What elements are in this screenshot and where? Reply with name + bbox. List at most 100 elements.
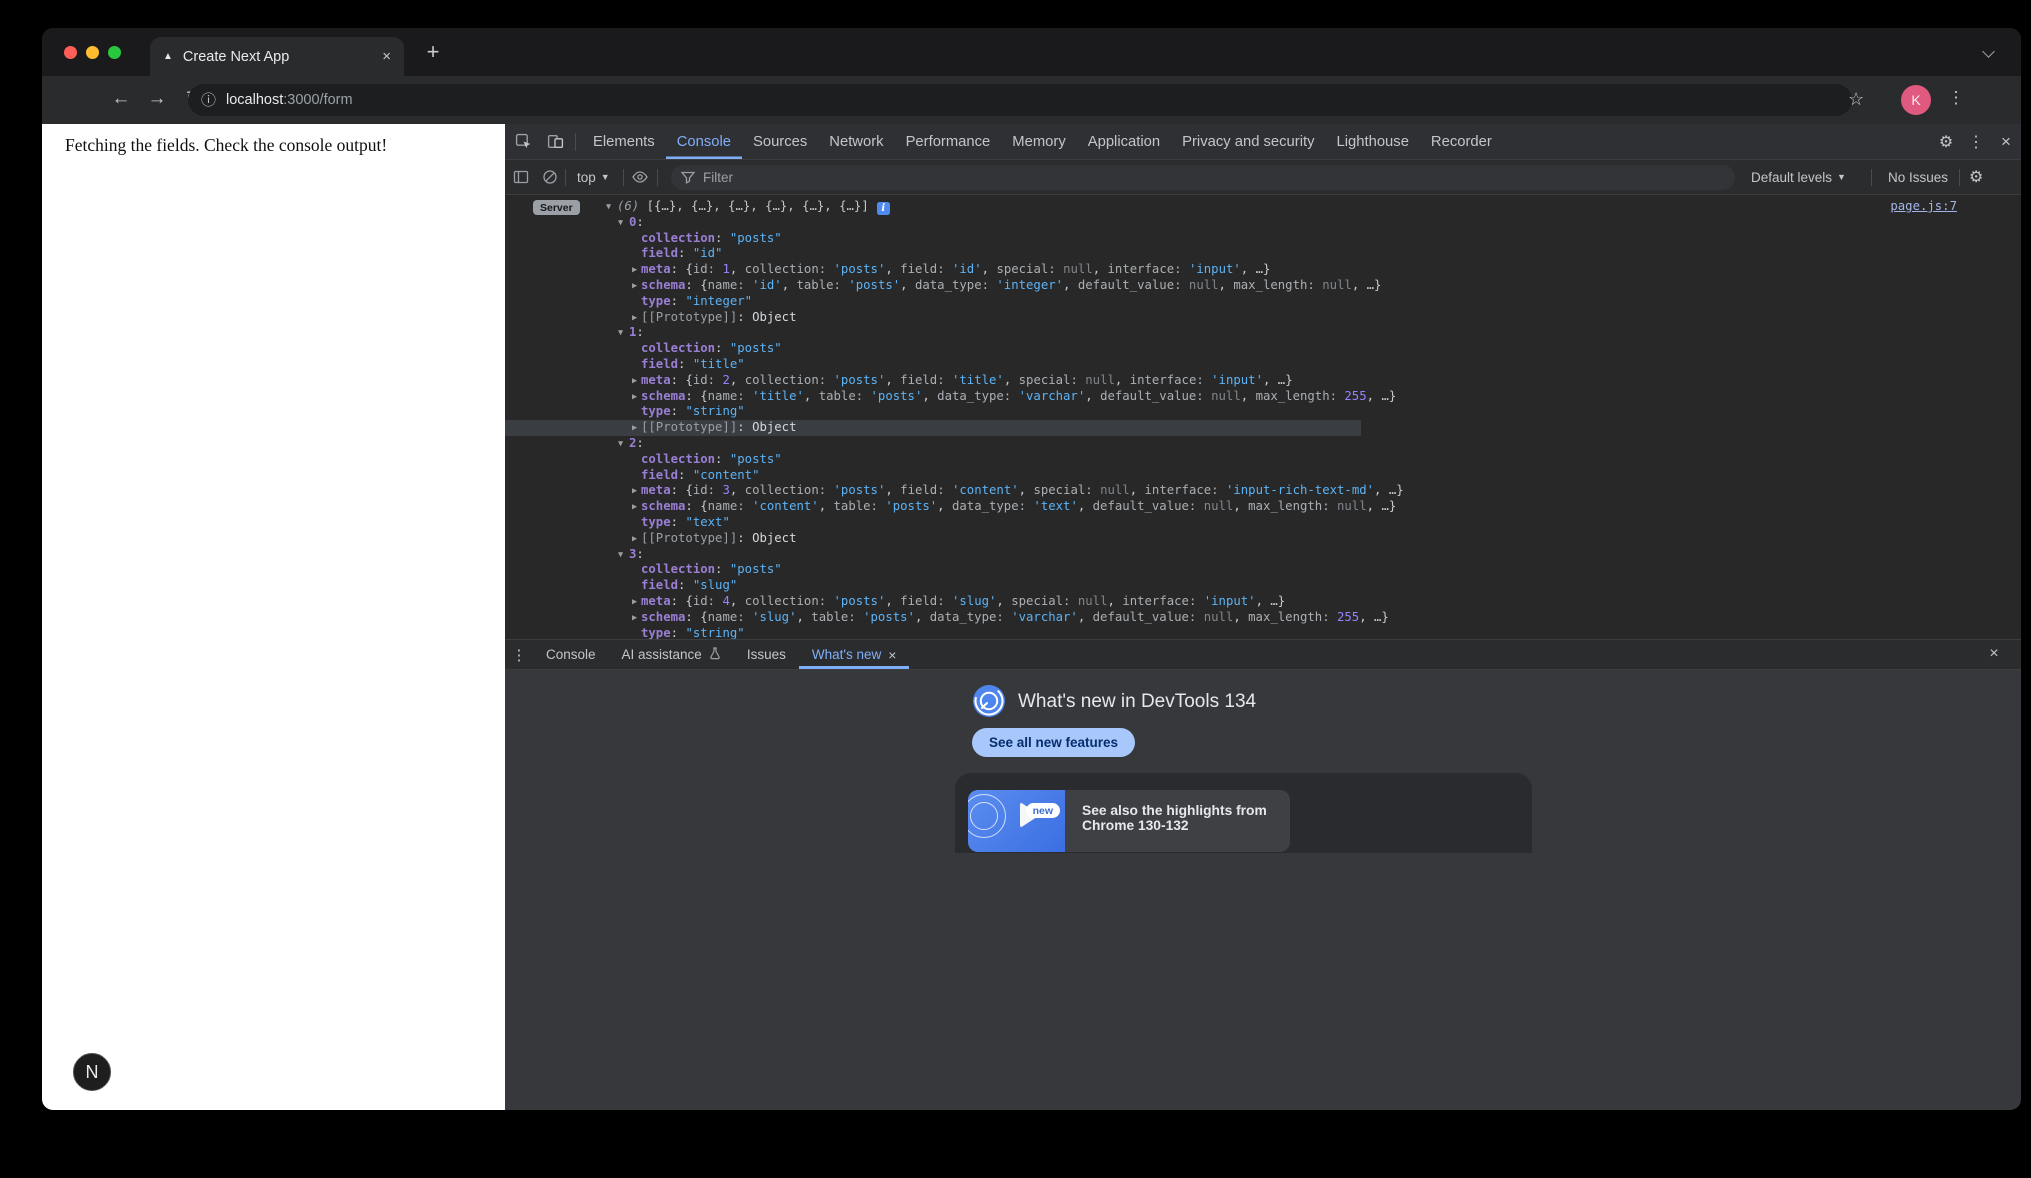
bookmark-star-icon[interactable]: ☆	[1848, 89, 1864, 110]
divider	[1871, 169, 1872, 186]
property-key: collection	[641, 562, 715, 576]
divider	[623, 169, 624, 186]
expand-toggle-icon[interactable]: ▶	[632, 374, 641, 390]
new-tab-button[interactable]: +	[420, 39, 446, 65]
drawer-tab-console[interactable]: Console	[533, 640, 609, 669]
highlight-item[interactable]: new See also the highlights from Chrome …	[968, 790, 1290, 852]
tab-recorder[interactable]: Recorder	[1420, 124, 1503, 159]
address-bar[interactable]: ⓘ localhost:3000/form	[188, 84, 1852, 116]
text-token: …}	[1381, 389, 1396, 403]
back-button[interactable]: ←	[108, 88, 134, 110]
inspect-element-icon[interactable]	[509, 129, 537, 155]
property-value: "content"	[693, 468, 760, 482]
log-levels-selector[interactable]: Default levels ▼	[1751, 160, 1846, 194]
result-count: (6)	[617, 199, 647, 213]
preview-value: null	[1085, 373, 1115, 387]
tab-search-chevron-icon[interactable]	[1982, 45, 1995, 58]
property-key: type	[641, 626, 671, 640]
entry-type-row: type: "integer"	[505, 294, 2021, 310]
entry-collection-row: collection: "posts"	[505, 231, 2021, 247]
text-token: ,	[982, 262, 997, 276]
window-zoom-button[interactable]	[108, 46, 121, 59]
tab-lighthouse[interactable]: Lighthouse	[1326, 124, 1420, 159]
text-token: ,	[1063, 278, 1078, 292]
devtools-close-icon[interactable]: ×	[1991, 132, 2021, 152]
expand-toggle-icon[interactable]: ▶	[632, 390, 641, 406]
expand-toggle-icon[interactable]: ▶	[632, 311, 641, 327]
issues-counter[interactable]: No Issues	[1888, 160, 1948, 194]
preview-key: interface:	[1122, 594, 1203, 608]
expand-toggle-icon[interactable]: ▶	[632, 532, 641, 548]
source-location-link[interactable]: page.js:7	[1890, 199, 1957, 215]
info-icon[interactable]: i	[877, 202, 890, 215]
expand-toggle-icon[interactable]: ▶	[632, 484, 641, 500]
drawer-tab-ai-assistance[interactable]: AI assistance	[609, 640, 734, 669]
tab-console[interactable]: Console	[666, 124, 742, 159]
expand-toggle-icon[interactable]: ▶	[632, 611, 641, 627]
preview-key: interface:	[1108, 262, 1189, 276]
expand-toggle-icon[interactable]: ▼	[618, 326, 629, 342]
devtools-settings-icon[interactable]: ⚙	[1931, 132, 1961, 152]
preview-key: table:	[819, 389, 871, 403]
expand-toggle-icon[interactable]: ▼	[618, 437, 629, 453]
expand-toggle-icon[interactable]: ▼	[606, 200, 617, 216]
preview-value: 3	[722, 483, 729, 497]
expand-toggle-icon[interactable]: ▼	[618, 548, 629, 564]
console-sidebar-icon[interactable]	[513, 160, 529, 194]
property-key: schema	[641, 278, 685, 292]
server-badge: Server	[533, 200, 580, 215]
tab-application[interactable]: Application	[1077, 124, 1171, 159]
tab-sources[interactable]: Sources	[742, 124, 818, 159]
entry-type-row: type: "string"	[505, 626, 2021, 640]
property-value: "title"	[693, 357, 745, 371]
forward-button[interactable]: →	[144, 88, 170, 110]
context-selector[interactable]: top ▼	[577, 160, 610, 194]
tab-elements[interactable]: Elements	[582, 124, 666, 159]
drawer-tab-close-icon[interactable]: ×	[888, 647, 896, 663]
drawer-more-tabs-icon[interactable]: ⋮	[505, 646, 533, 664]
site-info-icon[interactable]: ⓘ	[201, 93, 216, 108]
expand-toggle-icon[interactable]: ▶	[632, 421, 641, 437]
devtools-logo-icon	[972, 684, 1006, 718]
expand-toggle-icon[interactable]: ▶	[632, 595, 641, 611]
window-minimize-button[interactable]	[86, 46, 99, 59]
expand-toggle-icon[interactable]: ▶	[632, 279, 641, 295]
live-expression-eye-icon[interactable]	[631, 160, 649, 194]
expand-toggle-icon[interactable]: ▶	[632, 263, 641, 279]
tab-close-icon[interactable]: ×	[382, 48, 391, 65]
preview-key: table:	[834, 499, 886, 513]
expand-toggle-icon[interactable]: ▼	[618, 216, 629, 232]
tab-memory[interactable]: Memory	[1001, 124, 1076, 159]
console-settings-icon[interactable]: ⚙	[1969, 160, 1983, 194]
preview-value: null	[1211, 389, 1241, 403]
tab-privacy-and-security[interactable]: Privacy and security	[1171, 124, 1325, 159]
expand-toggle-icon[interactable]: ▶	[632, 500, 641, 516]
filter-input[interactable]	[703, 170, 1603, 185]
text-token: {	[685, 483, 692, 497]
text-token: ,	[819, 499, 834, 513]
property-key: field	[641, 246, 678, 260]
device-toolbar-icon[interactable]	[541, 129, 569, 155]
tab-network[interactable]: Network	[818, 124, 894, 159]
profile-avatar[interactable]: K	[1901, 85, 1931, 115]
clear-console-icon[interactable]	[542, 160, 558, 194]
tab-performance[interactable]: Performance	[895, 124, 1002, 159]
drawer-tab-what-s-new[interactable]: What's new×	[799, 640, 910, 669]
preview-key: collection:	[745, 262, 834, 276]
text-token: ,	[730, 262, 745, 276]
devtools-more-icon[interactable]: ⋮	[1961, 132, 1991, 152]
window-close-button[interactable]	[64, 46, 77, 59]
drawer-tab-issues[interactable]: Issues	[734, 640, 799, 669]
console-filter[interactable]	[671, 165, 1735, 190]
see-all-features-button[interactable]: See all new features	[972, 728, 1135, 757]
text-token: ,	[996, 594, 1011, 608]
drawer-close-icon[interactable]: ×	[1983, 645, 2005, 663]
browser-tab[interactable]: ▲ Create Next App ×	[150, 37, 404, 76]
divider	[657, 169, 658, 186]
entry-prototype-row: ▶[[Prototype]]: Object	[505, 420, 2021, 436]
nextjs-dev-indicator[interactable]: N	[73, 1053, 111, 1091]
preview-key: collection:	[745, 483, 834, 497]
preview-key: name:	[708, 389, 752, 403]
browser-menu-icon[interactable]: ⋮	[1944, 88, 1968, 108]
preview-key: name:	[708, 278, 752, 292]
